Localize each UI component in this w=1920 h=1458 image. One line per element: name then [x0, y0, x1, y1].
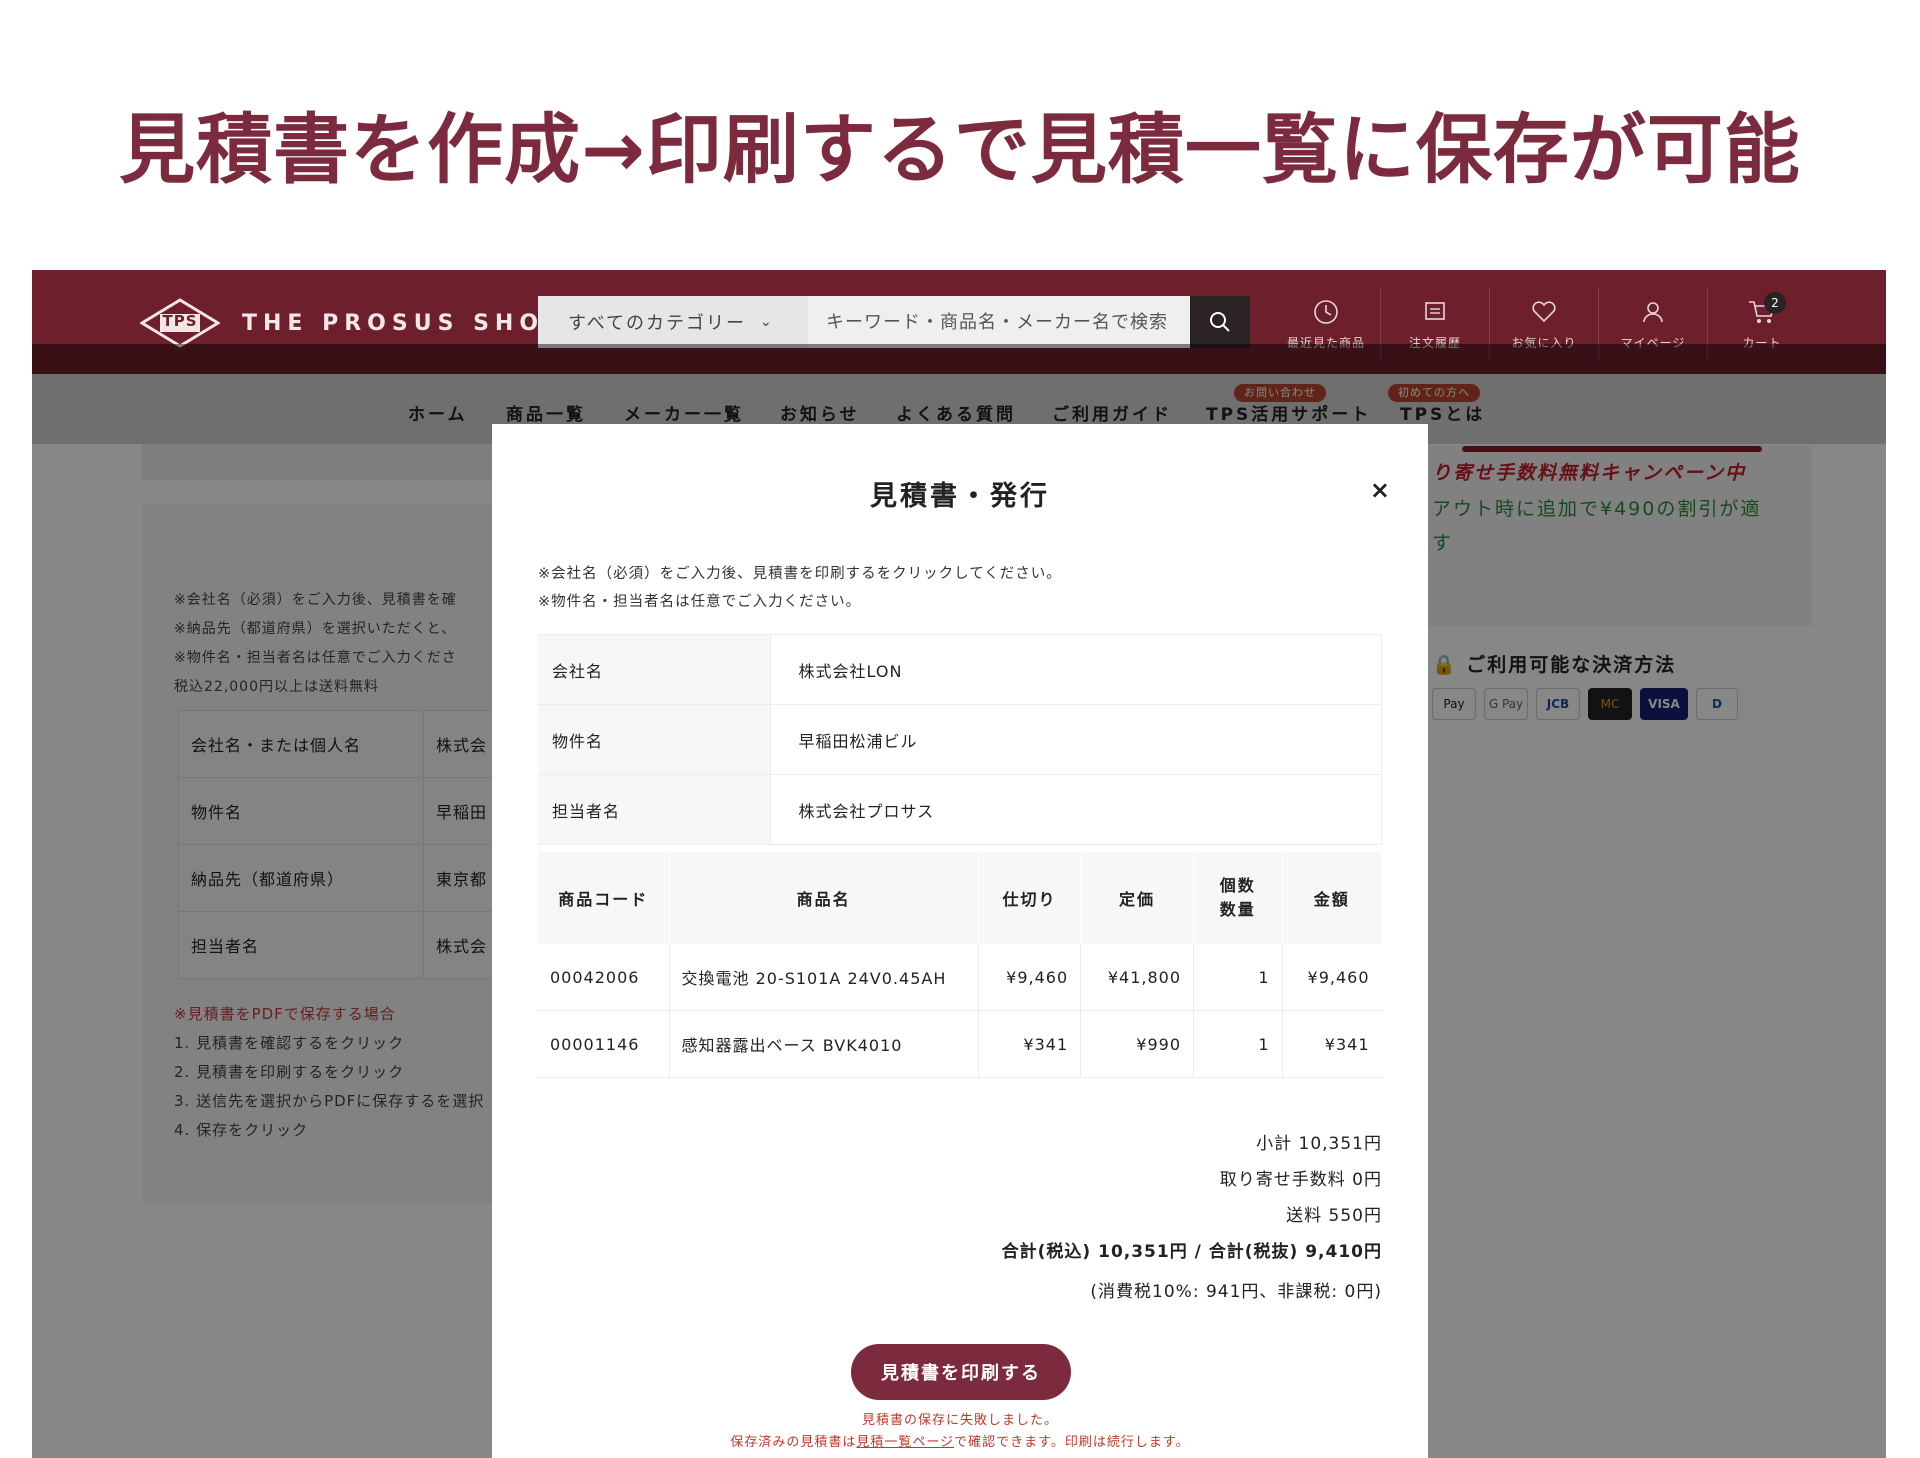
user-icon [1643, 301, 1663, 322]
modal-title: 見積書・発行 [870, 481, 1050, 512]
company-name-value: 株式会社LON [770, 634, 1382, 705]
item-price: ¥990 [1080, 1010, 1194, 1078]
heart-icon [1532, 300, 1556, 322]
logo-mark-icon: TPS [139, 298, 221, 348]
print-quote-button[interactable]: 見積書を印刷する [851, 1344, 1071, 1400]
quote-totals: 小計 10,351円 取り寄せ手数料 0円 送料 550円 合計(税込) 10,… [1002, 1126, 1382, 1310]
person-name-value: 株式会社プロサス [770, 774, 1382, 845]
logo-text: THE PROSUS SHOP [242, 310, 567, 336]
column-header: 定価 [1080, 852, 1194, 944]
item-price: ¥41,800 [1080, 944, 1194, 1011]
category-select-label: すべてのカテゴリー [568, 313, 747, 334]
item-name: 交換電池 20-S101A 24V0.45AH [669, 944, 979, 1011]
site-logo[interactable]: TPS THE PROSUS SHOP [139, 298, 567, 348]
column-header: 個数 数量 [1193, 852, 1283, 944]
error-text-post: で確認できます。印刷は続行します。 [954, 1435, 1190, 1450]
page-headline: 見積書を作成→印刷するで見積一覧に保存が可能 [119, 105, 1801, 194]
modal-note: ※会社名（必須）をご入力後、見積書を印刷するをクリックしてください。 [538, 566, 1062, 582]
table-row: 00001146 感知器露出ベース BVK4010 ¥341 ¥990 1 ¥3… [538, 1010, 1382, 1078]
category-select[interactable]: すべてのカテゴリー ⌄ [538, 296, 808, 348]
column-header: 金額 [1282, 852, 1383, 944]
error-text-pre: 保存済みの見積書は [730, 1435, 857, 1450]
logo-mark-text: TPS [162, 312, 198, 330]
info-label: 物件名 [538, 704, 771, 775]
order-fee: 取り寄せ手数料 0円 [1219, 1170, 1382, 1190]
table-row: 会社名 株式会社LON [538, 634, 1382, 705]
chevron-down-icon: ⌄ [760, 314, 774, 330]
table-row: 00042006 交換電池 20-S101A 24V0.45AH ¥9,460 … [538, 944, 1382, 1011]
item-amount: ¥9,460 [1282, 944, 1382, 1011]
receipt-icon [1425, 301, 1445, 320]
modal-note: ※物件名・担当者名は任意でご入力ください。 [538, 594, 862, 610]
item-qty: 1 [1193, 1010, 1283, 1078]
item-amount: ¥341 [1282, 1010, 1382, 1078]
table-row: 物件名 早稲田松浦ビル [538, 704, 1382, 775]
subtotal: 小計 10,351円 [1256, 1134, 1382, 1154]
search-bar: すべてのカテゴリー ⌄ [538, 296, 1250, 348]
search-input[interactable] [808, 296, 1190, 348]
property-name-value: 早稲田松浦ビル [770, 704, 1382, 775]
quote-list-link[interactable]: 見積一覧ページ [856, 1435, 954, 1450]
quote-items-table: 商品コード 商品名 仕切り 定価 個数 数量 金額 00042006 交換電池 2… [538, 852, 1383, 1078]
grand-total: 合計(税込) 10,351円 / 合計(税抜) 9,410円 [1001, 1242, 1382, 1262]
save-error-message: 見積書の保存に失敗しました。 保存済みの見積書は見積一覧ページで確認できます。印… [492, 1410, 1428, 1454]
column-header: 商品名 [669, 852, 979, 944]
quote-modal: 見積書・発行 × ※会社名（必須）をご入力後、見積書を印刷するをクリックしてくだ… [492, 424, 1428, 1458]
search-icon [1210, 312, 1230, 332]
save-error-line: 見積書の保存に失敗しました。 [861, 1413, 1058, 1428]
quote-info-table: 会社名 株式会社LON 物件名 早稲田松浦ビル 担当者名 株式会社プロサス [538, 634, 1382, 845]
item-code: 00042006 [538, 944, 670, 1011]
info-label: 担当者名 [538, 774, 771, 845]
table-row: 担当者名 株式会社プロサス [538, 774, 1382, 845]
info-label: 会社名 [538, 634, 771, 705]
column-header: 仕切り [978, 852, 1082, 944]
modal-notes: ※会社名（必須）をご入力後、見積書を印刷するをクリックしてください。 ※物件名・… [538, 560, 1062, 616]
item-qty: 1 [1193, 944, 1283, 1011]
item-code: 00001146 [538, 1010, 670, 1078]
item-name: 感知器露出ベース BVK4010 [669, 1010, 979, 1078]
search-button[interactable] [1190, 296, 1250, 348]
column-header: 商品コード [538, 852, 670, 944]
cart-count-badge: 2 [1764, 292, 1786, 314]
close-button[interactable]: × [1370, 476, 1390, 504]
tax-breakdown: (消費税10%: 941円、非課税: 0円) [1090, 1282, 1382, 1302]
shipping-fee: 送料 550円 [1286, 1206, 1382, 1226]
browser-frame: TPS THE PROSUS SHOP すべてのカテゴリー ⌄ キーワード・商品… [32, 270, 1886, 1458]
table-header-row: 商品コード 商品名 仕切り 定価 個数 数量 金額 [538, 852, 1383, 944]
item-shikiri: ¥9,460 [978, 944, 1082, 1011]
save-error-detail: 保存済みの見積書は見積一覧ページで確認できます。印刷は続行します。 [492, 1432, 1428, 1454]
item-shikiri: ¥341 [978, 1010, 1082, 1078]
history-icon [1314, 299, 1338, 324]
